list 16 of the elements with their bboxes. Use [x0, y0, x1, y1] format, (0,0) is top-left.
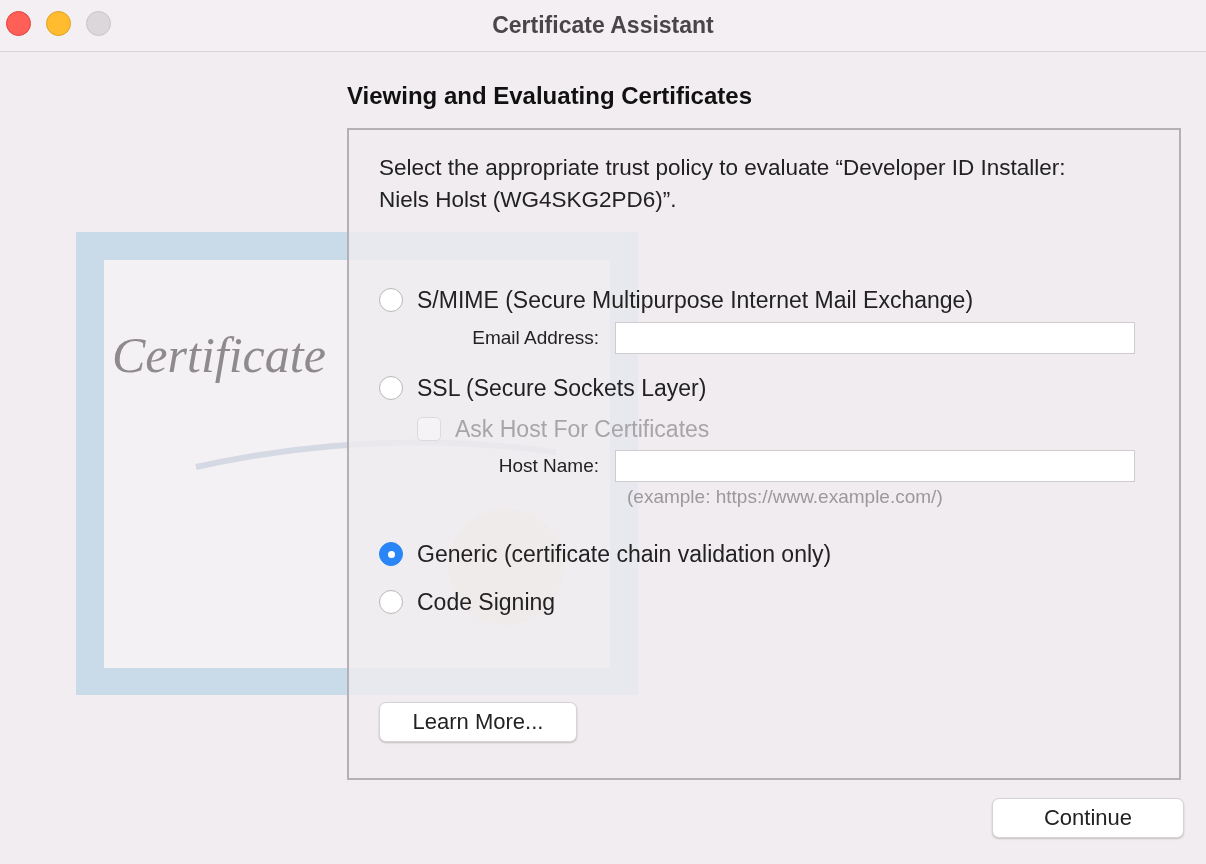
prompt-text: Select the appropriate trust policy to evaluate “Developer ID Installer: Niels Holst (WG4SKG2PD6)”. [379, 154, 1067, 214]
page-heading: Viewing and Evaluating Certificates [347, 82, 753, 110]
learn-more-button[interactable]: Learn More... [379, 702, 577, 742]
field-label: Email Address: [471, 327, 600, 349]
zoom-button[interactable] [86, 11, 111, 36]
text-field[interactable] [615, 450, 1135, 482]
radio-button[interactable] [379, 376, 403, 400]
minimize-button[interactable] [46, 11, 71, 36]
radio-button[interactable] [379, 288, 403, 312]
radio-button[interactable] [379, 542, 403, 566]
close-button[interactable] [6, 11, 31, 36]
field-label: Host Name: [497, 455, 600, 477]
continue-button[interactable]: Continue [992, 798, 1184, 838]
window-title: Certificate Assistant [492, 12, 714, 39]
text-field[interactable] [615, 322, 1135, 354]
radio-button[interactable] [379, 590, 403, 614]
